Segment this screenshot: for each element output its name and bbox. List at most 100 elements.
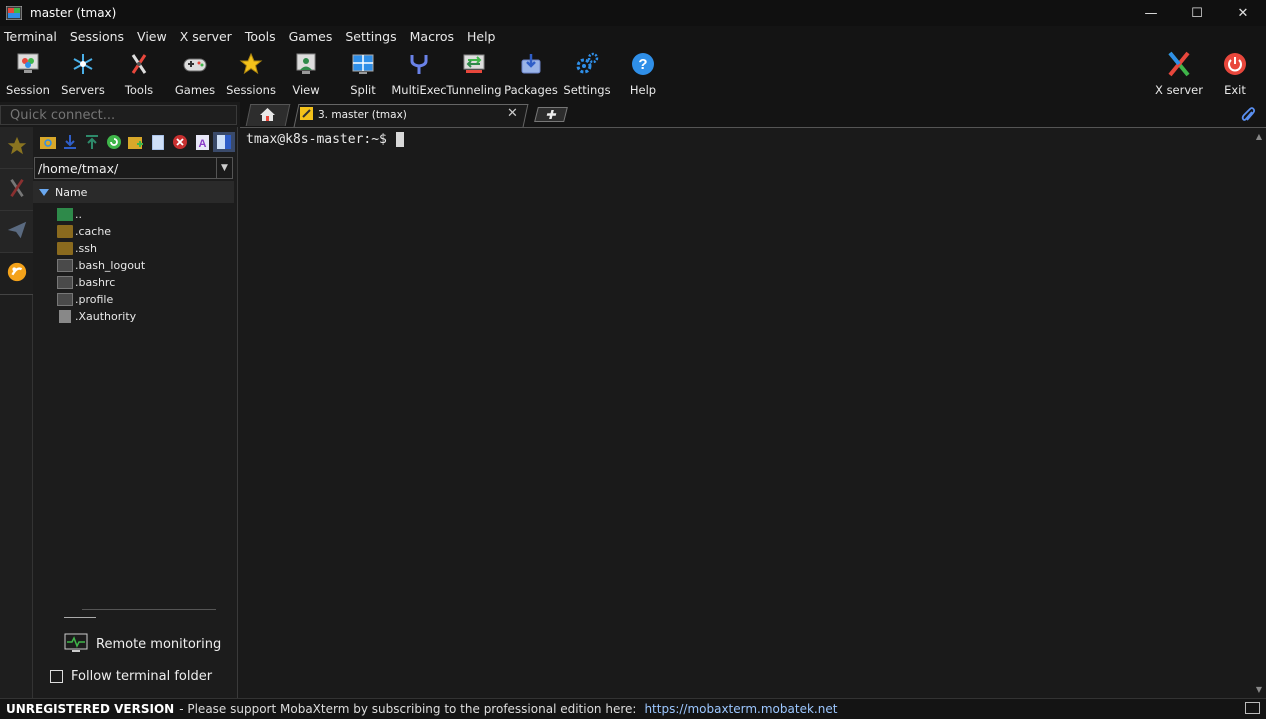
new-folder-button[interactable]	[125, 132, 147, 152]
settings-label: Settings	[563, 83, 611, 97]
view-label: View	[292, 83, 320, 97]
delete-button[interactable]	[169, 132, 191, 152]
help-button[interactable]: ? Help	[615, 48, 671, 98]
close-button[interactable]: ✕	[1220, 0, 1266, 26]
maximize-button[interactable]: ☐	[1174, 0, 1220, 26]
main-toolbar: Session Servers Tools Games Sessions Vie…	[0, 46, 1266, 102]
scroll-down-arrow[interactable]: ▼	[1256, 685, 1262, 694]
file-icon	[59, 310, 71, 323]
folder-icon	[57, 242, 73, 255]
packages-icon	[518, 51, 544, 77]
quick-connect-input[interactable]	[0, 105, 237, 125]
menu-settings[interactable]: Settings	[341, 29, 400, 44]
sidebar-sessions-tab[interactable]	[0, 127, 33, 169]
exit-button[interactable]: Exit	[1207, 48, 1263, 98]
list-item[interactable]: ..	[33, 206, 237, 223]
menu-sessions[interactable]: Sessions	[66, 29, 128, 44]
scroll-up-arrow[interactable]: ▲	[1256, 132, 1262, 141]
exit-label: Exit	[1224, 83, 1246, 97]
upload-button[interactable]	[81, 132, 103, 152]
view-button[interactable]: View	[278, 48, 334, 98]
session-label: Session	[6, 83, 50, 97]
unregistered-label: UNREGISTERED VERSION	[6, 702, 175, 716]
download-button[interactable]	[59, 132, 81, 152]
menu-macros[interactable]: Macros	[406, 29, 458, 44]
sftp-toolbar: A	[33, 127, 237, 157]
multiexec-label: MultiExec	[391, 83, 447, 97]
name-column-header[interactable]: Name	[33, 181, 234, 203]
window-title: master (tmax)	[30, 6, 117, 20]
session-button[interactable]: Session	[0, 48, 56, 98]
power-icon	[1222, 51, 1248, 77]
tools-icon	[6, 177, 28, 202]
split-button[interactable]: Split	[335, 48, 391, 98]
tab-close-icon[interactable]: ✕	[507, 106, 518, 121]
window-mode-icon[interactable]	[1245, 702, 1260, 714]
servers-icon	[70, 51, 96, 77]
list-item[interactable]: .ssh	[33, 240, 237, 257]
svg-text:?: ?	[638, 56, 647, 73]
path-combobox[interactable]: /home/tmax/ ▼	[34, 157, 233, 179]
sftp-globe-icon	[6, 261, 28, 286]
follow-terminal-folder-row[interactable]: Follow terminal folder	[50, 669, 212, 684]
remote-monitoring-button[interactable]: Remote monitoring	[64, 633, 221, 656]
gamepad-icon	[182, 51, 208, 77]
terminal-cursor	[395, 132, 404, 147]
list-item[interactable]: .cache	[33, 223, 237, 240]
title-bar: master (tmax) — ☐ ✕	[0, 0, 1266, 26]
multiexec-button[interactable]: MultiExec	[391, 48, 447, 98]
sidebar-tools-tab[interactable]	[0, 169, 33, 211]
menu-terminal[interactable]: Terminal	[0, 29, 61, 44]
follow-terminal-folder-checkbox[interactable]	[50, 670, 63, 683]
sessions-button[interactable]: Sessions	[223, 48, 279, 98]
path-value[interactable]: /home/tmax/	[35, 161, 216, 176]
divider	[64, 617, 96, 618]
refresh-folder-button[interactable]	[37, 132, 59, 152]
monitor-icon	[64, 633, 88, 656]
refresh-button[interactable]	[103, 132, 125, 152]
sidebar-sftp-tab[interactable]	[0, 253, 33, 295]
list-item[interactable]: .profile	[33, 291, 237, 308]
prompt-text: tmax@k8s-master:~$	[246, 132, 387, 147]
menu-help[interactable]: Help	[463, 29, 500, 44]
new-file-button[interactable]	[147, 132, 169, 152]
menu-games[interactable]: Games	[285, 29, 337, 44]
rename-button[interactable]: A	[191, 132, 213, 152]
svg-text:A: A	[198, 138, 206, 150]
servers-button[interactable]: Servers	[55, 48, 111, 98]
tools-icon	[126, 51, 152, 77]
status-bar: UNREGISTERED VERSION - Please support Mo…	[0, 698, 1266, 719]
terminal-area[interactable]: tmax@k8s-master:~$ ▲ ▼	[240, 127, 1266, 698]
mobatek-link[interactable]: https://mobaxterm.mobatek.net	[644, 702, 837, 716]
horizontal-scrollbar[interactable]	[82, 609, 216, 610]
menu-view[interactable]: View	[133, 29, 171, 44]
menu-tools[interactable]: Tools	[241, 29, 280, 44]
star-icon	[6, 135, 28, 160]
menu-xserver[interactable]: X server	[176, 29, 236, 44]
sessions-label: Sessions	[226, 83, 276, 97]
tunneling-button[interactable]: Tunneling	[446, 48, 502, 98]
games-button[interactable]: Games	[167, 48, 223, 98]
chevron-down-icon[interactable]: ▼	[216, 158, 232, 178]
sidebar-macros-tab[interactable]	[0, 211, 33, 253]
menu-bar: Terminal Sessions View X server Tools Ga…	[0, 26, 1266, 46]
xserver-button[interactable]: X server	[1151, 48, 1207, 98]
tunneling-label: Tunneling	[446, 83, 502, 97]
paper-plane-icon	[6, 219, 28, 244]
folder-icon	[57, 225, 73, 238]
list-item[interactable]: .bashrc	[33, 274, 237, 291]
sidebar-strip	[0, 127, 33, 698]
session-tab-icon	[300, 107, 313, 123]
toggle-view-button[interactable]	[213, 132, 235, 152]
script-file-icon	[57, 276, 73, 289]
file-list: .. .cache .ssh .bash_logout .bashrc .pro…	[33, 203, 237, 325]
minimize-button[interactable]: —	[1128, 0, 1174, 26]
tools-button[interactable]: Tools	[111, 48, 167, 98]
settings-button[interactable]: Settings	[559, 48, 615, 98]
packages-button[interactable]: Packages	[503, 48, 559, 98]
new-tab-button[interactable]	[534, 107, 568, 122]
list-item[interactable]: .Xauthority	[33, 308, 237, 325]
session-tab-label: 3. master (tmax)	[318, 109, 407, 121]
list-item[interactable]: .bash_logout	[33, 257, 237, 274]
attachment-icon[interactable]	[1240, 106, 1256, 127]
